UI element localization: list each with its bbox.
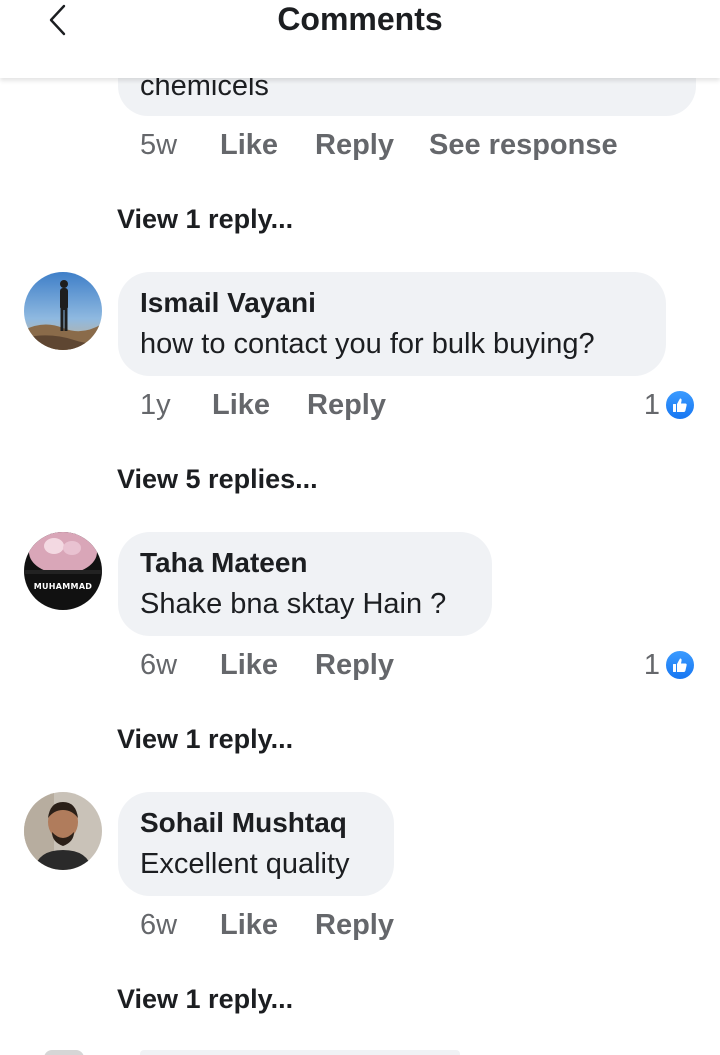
like-reaction-icon xyxy=(664,389,696,421)
commenter-name[interactable]: Ismail Vayani xyxy=(140,286,316,320)
comment-actions-partial: 5w Like Reply See response xyxy=(140,125,618,165)
avatar-image-calligraphy xyxy=(24,532,102,610)
top-bar: Comments xyxy=(0,0,720,78)
avatar-image-landscape xyxy=(24,272,102,350)
avatar-caption: MUHAMMAD xyxy=(33,582,93,591)
comment-text: how to contact you for bulk buying? xyxy=(140,328,595,360)
view-replies-link[interactable]: View 1 reply... xyxy=(117,982,293,1016)
like-reaction-icon xyxy=(664,649,696,681)
comment-time: 5w xyxy=(140,129,178,161)
comment-text: Excellent quality xyxy=(140,848,350,880)
reply-button[interactable]: Reply xyxy=(315,645,394,685)
reaction-summary[interactable]: 1 xyxy=(644,385,696,425)
comment-bubble[interactable] xyxy=(140,1050,460,1055)
like-button[interactable]: Like xyxy=(220,645,315,685)
page-title: Comments xyxy=(277,1,443,37)
avatar[interactable] xyxy=(24,792,102,870)
like-button[interactable]: Like xyxy=(212,385,307,425)
comment-time: 6w xyxy=(140,649,178,681)
like-button[interactable]: Like xyxy=(220,125,315,165)
reply-button[interactable]: Reply xyxy=(307,385,386,425)
see-response-button[interactable]: See response xyxy=(429,125,618,165)
avatar[interactable] xyxy=(44,1050,84,1055)
comment-bubble[interactable]: Sohail Mushtaq Excellent quality xyxy=(118,792,394,896)
avatar-image-portrait xyxy=(24,792,102,870)
reaction-count: 1 xyxy=(643,389,660,421)
comments-page: chemicels 5w Like Reply See response Vie… xyxy=(0,0,720,1055)
avatar[interactable] xyxy=(24,272,102,350)
comment-time: 6w xyxy=(140,909,178,941)
comment-bubble[interactable]: Ismail Vayani how to contact you for bul… xyxy=(118,272,666,376)
reaction-summary[interactable]: 1 xyxy=(644,645,696,685)
like-button[interactable]: Like xyxy=(220,905,315,945)
comment-actions: 6w Like Reply xyxy=(140,645,394,685)
view-replies-link[interactable]: View 1 reply... xyxy=(117,722,293,756)
comment-bubble[interactable]: Taha Mateen Shake bna sktay Hain ? xyxy=(118,532,492,636)
reply-button[interactable]: Reply xyxy=(315,905,394,945)
view-replies-link[interactable]: View 5 replies... xyxy=(117,462,318,496)
commenter-name[interactable]: Taha Mateen xyxy=(140,546,308,580)
reply-button[interactable]: Reply xyxy=(315,125,429,165)
comment-time: 1y xyxy=(140,389,171,421)
view-replies-link[interactable]: View 1 reply... xyxy=(117,202,293,236)
comment-text: Shake bna sktay Hain ? xyxy=(140,588,447,620)
commenter-name[interactable]: Sohail Mushtaq xyxy=(140,806,347,840)
comment-actions: 1y Like Reply xyxy=(140,385,386,425)
comment-actions: 6w Like Reply xyxy=(140,905,394,945)
avatar[interactable]: MUHAMMAD xyxy=(24,532,102,610)
reaction-count: 1 xyxy=(643,649,660,681)
